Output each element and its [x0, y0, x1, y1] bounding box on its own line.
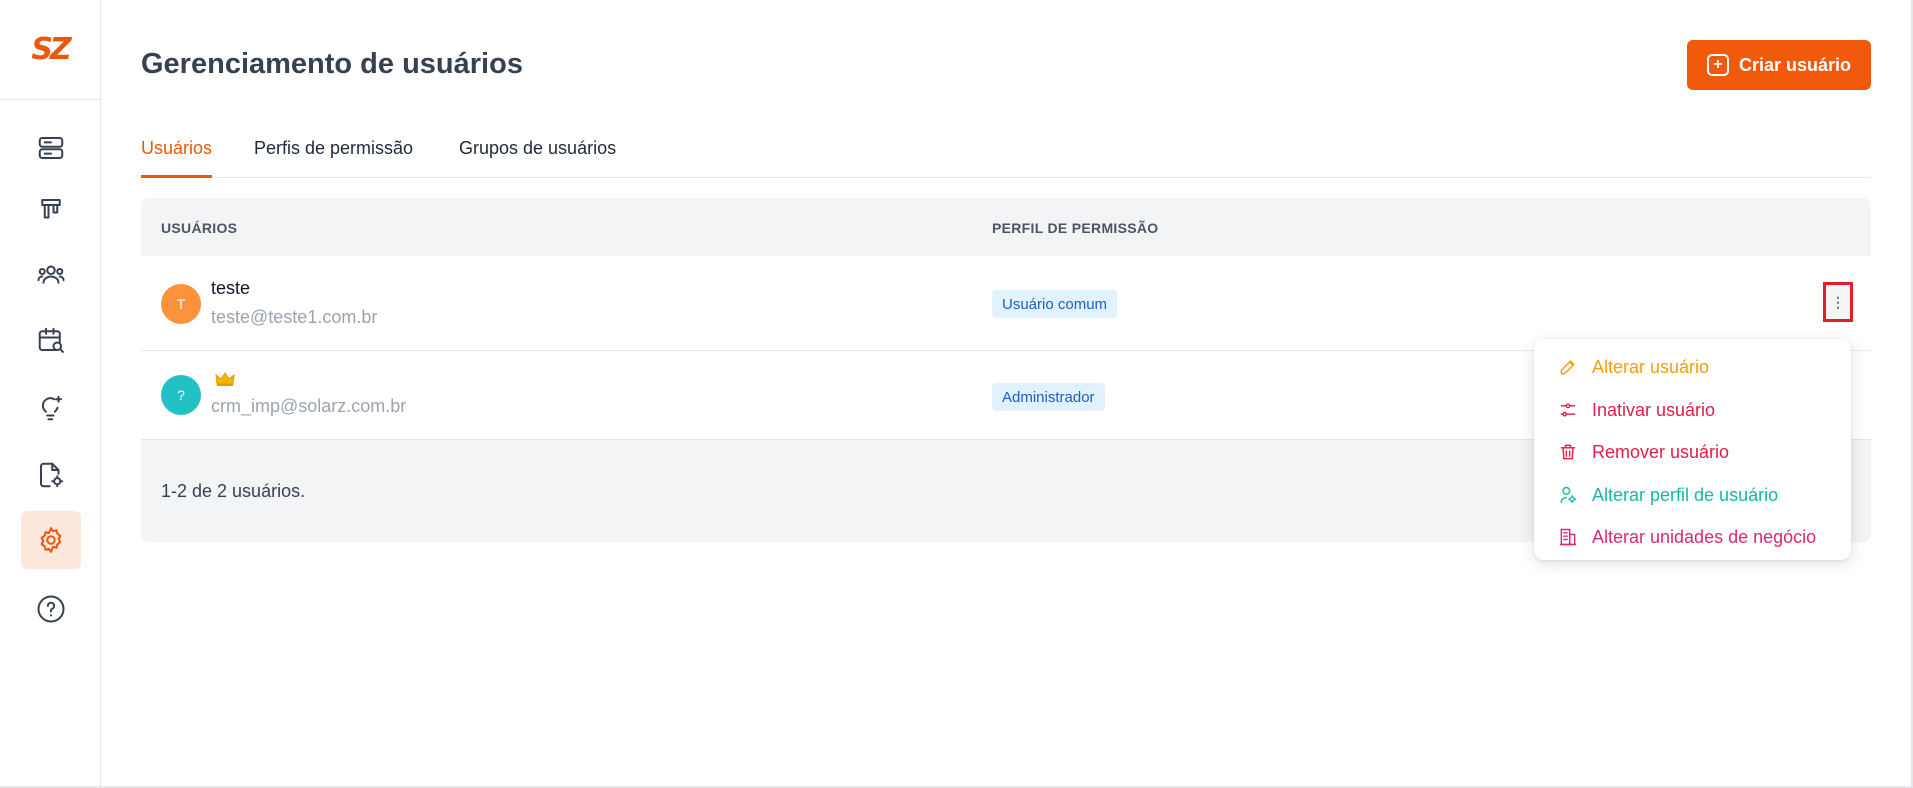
- menu-item-deactivate-user[interactable]: Inativar usuário: [1558, 395, 1715, 425]
- page-title: Gerenciamento de usuários: [141, 48, 523, 80]
- sliders-icon: [1560, 403, 1576, 417]
- logo[interactable]: SZ: [0, 0, 100, 100]
- users-group-icon: [37, 265, 65, 284]
- menu-item-change-business-units[interactable]: Alterar unidades de negócio: [1558, 522, 1816, 552]
- tab-user-groups[interactable]: Grupos de usuários: [459, 138, 616, 175]
- user-name: teste: [211, 278, 251, 298]
- tab-permission-profiles[interactable]: Perfis de permissão: [254, 138, 413, 175]
- menu-item-label: Inativar usuário: [1592, 399, 1716, 420]
- gear-icon: [40, 527, 62, 553]
- file-settings-icon: [40, 462, 64, 488]
- trash-icon: [1560, 444, 1576, 460]
- avatar: T: [161, 284, 201, 324]
- create-user-button-label: Criar usuário: [1738, 54, 1852, 75]
- kanban-icon: [41, 199, 61, 219]
- sidebar-item-documents[interactable]: [21, 446, 81, 504]
- user-settings-icon: [1560, 486, 1577, 504]
- column-header-permission-profile: PERFIL DE PERMISSÃO: [992, 220, 1159, 236]
- tab-bar: Usuários Perfis de permissão Grupos de u…: [141, 120, 1871, 178]
- table-header: USUÁRIOS PERFIL DE PERMISSÃO: [141, 198, 1871, 256]
- user-email: crm_imp@solarz.com.br: [211, 396, 407, 416]
- menu-item-edit-user[interactable]: Alterar usuário: [1558, 352, 1709, 382]
- menu-item-label: Alterar unidades de negócio: [1592, 526, 1817, 547]
- lightbulb-icon: [41, 395, 62, 421]
- sidebar: SZ: [0, 0, 101, 786]
- sidebar-item-calendar[interactable]: [21, 311, 81, 369]
- help-circle-icon: [37, 595, 65, 623]
- calendar-search-icon: [38, 327, 64, 353]
- crown-icon: [215, 372, 235, 386]
- row-actions-button[interactable]: ⋮: [1823, 282, 1853, 322]
- menu-item-change-user-profile[interactable]: Alterar perfil de usuário: [1558, 480, 1778, 510]
- menu-item-label: Alterar usuário: [1592, 356, 1710, 377]
- row-actions-menu: Alterar usuário Inativar usuário Remover…: [1534, 339, 1851, 560]
- sidebar-item-contacts[interactable]: [21, 245, 81, 303]
- menu-item-label: Remover usuário: [1592, 441, 1730, 462]
- sidebar-item-settings[interactable]: [21, 511, 81, 569]
- user-email: teste@teste1.com.br: [211, 307, 378, 327]
- server-icon: [38, 137, 64, 159]
- building-icon: [1559, 528, 1577, 546]
- column-header-users: USUÁRIOS: [161, 220, 238, 236]
- pencil-icon: [1560, 360, 1575, 375]
- avatar: ?: [161, 375, 201, 415]
- sidebar-item-help[interactable]: [21, 580, 81, 638]
- plus-square-icon: +: [1706, 54, 1729, 76]
- sidebar-item-ideas[interactable]: [21, 379, 81, 437]
- permission-badge: Usuário comum: [992, 290, 1118, 318]
- sidebar-item-servers[interactable]: [21, 119, 81, 177]
- tab-users[interactable]: Usuários: [141, 138, 213, 178]
- menu-item-remove-user[interactable]: Remover usuário: [1558, 437, 1729, 467]
- table-row[interactable]: T teste teste@teste1.com.br Usuário comu…: [141, 256, 1871, 351]
- pagination-summary: 1-2 de 2 usuários.: [161, 481, 306, 501]
- sidebar-item-kanban[interactable]: [21, 181, 81, 239]
- menu-item-label: Alterar perfil de usuário: [1592, 484, 1779, 505]
- permission-badge: Administrador: [992, 383, 1105, 411]
- logo-text: SZ: [31, 32, 71, 67]
- create-user-button[interactable]: + Criar usuário: [1687, 40, 1871, 90]
